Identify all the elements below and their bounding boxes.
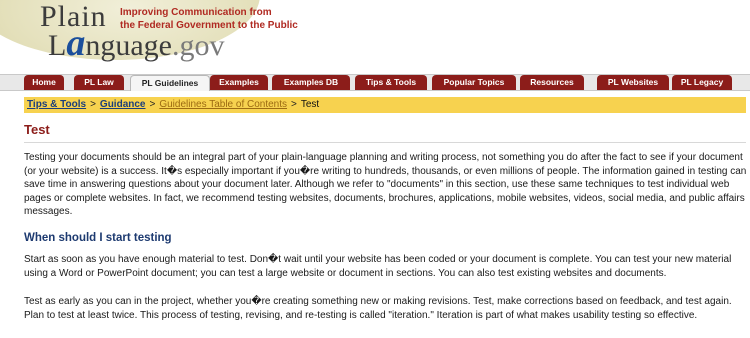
breadcrumb-separator: > — [291, 99, 297, 110]
logo-letter-l: L — [48, 29, 67, 62]
breadcrumb-link-guidelines-toc[interactable]: Guidelines Table of Contents — [159, 99, 287, 110]
section-heading: When should I start testing — [24, 232, 172, 244]
breadcrumb-link-guidance[interactable]: Guidance — [100, 99, 146, 110]
nav-tab-popular-topics[interactable]: Popular Topics — [432, 75, 516, 90]
nav-tab-tips-tools[interactable]: Tips & Tools — [355, 75, 427, 90]
breadcrumb-separator: > — [90, 99, 96, 110]
logo-domain: .gov — [171, 29, 225, 62]
logo-letter-a: a — [66, 22, 86, 64]
site-tagline: Improving Communication from the Federal… — [120, 6, 298, 32]
breadcrumb: Tips & Tools > Guidance > Guidelines Table o… — [24, 97, 746, 113]
page: Plain Language.gov Improving Communicati… — [0, 0, 750, 338]
breadcrumb-separator: > — [149, 99, 156, 110]
nav-tab-resources[interactable]: Resources — [520, 75, 584, 90]
section-paragraph-2: Test as early as you can in the project,… — [24, 296, 732, 321]
site-header: Plain Language.gov Improving Communicati… — [0, 0, 750, 72]
nav-tab-examples-db[interactable]: Examples DB — [272, 75, 350, 90]
breadcrumb-current: Test — [300, 99, 320, 110]
nav-tab-pl-legacy[interactable]: PL Legacy — [672, 75, 732, 90]
nav-tab-pl-guidelines[interactable]: PL Guidelines — [130, 75, 210, 91]
section-paragraph-1: Start as soon as you have enough materia… — [24, 254, 732, 279]
nav-tab-pl-websites[interactable]: PL Websites — [597, 75, 669, 90]
page-title: Test — [24, 122, 50, 137]
nav-tab-examples[interactable]: Examples — [210, 75, 268, 90]
title-divider — [24, 142, 746, 143]
intro-paragraph: Testing your documents should be an inte… — [24, 152, 747, 217]
tagline-line-2: the Federal Government to the Public — [120, 20, 298, 31]
nav-tab-home[interactable]: Home — [24, 75, 64, 90]
tagline-line-1: Improving Communication from — [120, 7, 272, 18]
logo-word-rest: nguage — [85, 29, 172, 62]
breadcrumb-link-tips-tools[interactable]: Tips & Tools — [27, 99, 86, 110]
main-nav: Home PL Law PL Guidelines Examples Examp… — [0, 74, 750, 91]
nav-tab-pl-law[interactable]: PL Law — [74, 75, 124, 90]
